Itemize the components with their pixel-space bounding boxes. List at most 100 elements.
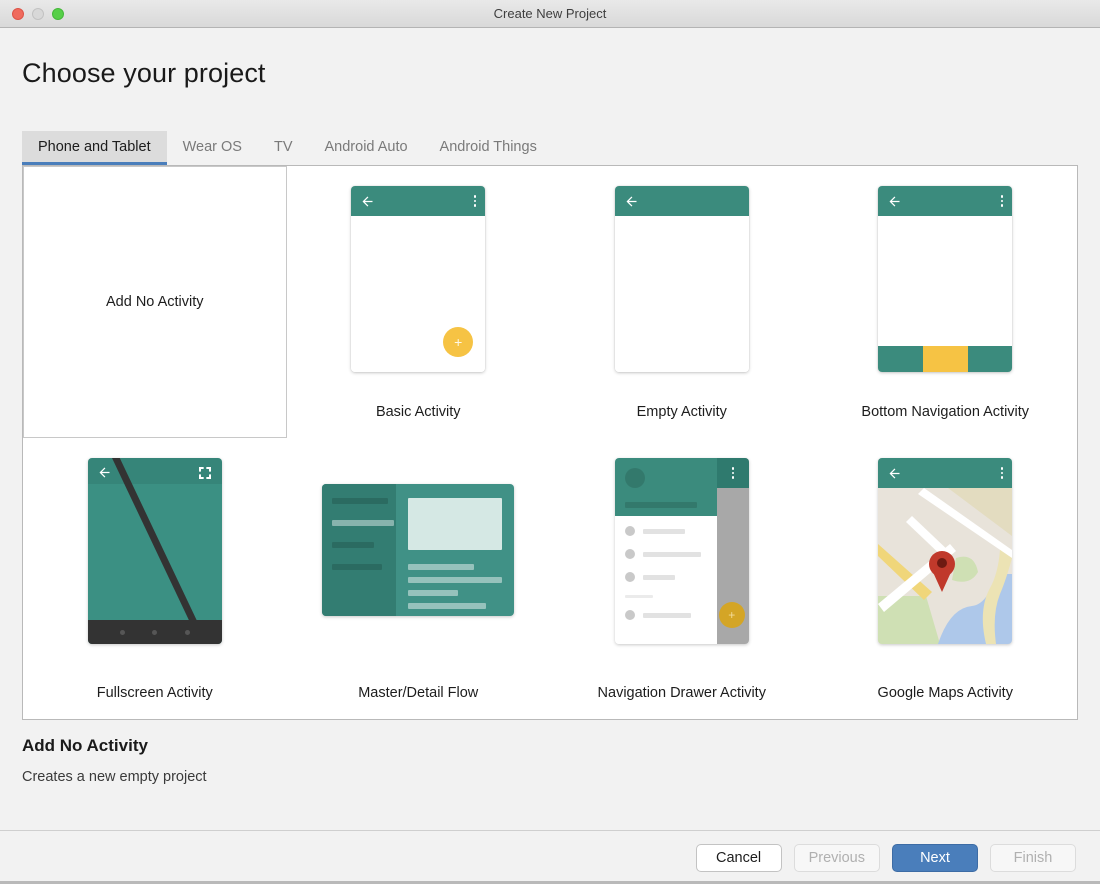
drawer-menu-item	[624, 610, 707, 620]
fullscreen-expand-icon	[198, 467, 211, 479]
detail-pane	[396, 484, 514, 616]
template-description: Add No Activity Creates a new empty proj…	[22, 720, 1078, 785]
maximize-window-icon[interactable]	[52, 7, 64, 20]
diagonal-decoration	[111, 458, 208, 644]
menu-item-icon	[624, 526, 635, 536]
description-title: Add No Activity	[22, 736, 148, 755]
overflow-menu-icon	[1000, 467, 1004, 479]
finish-button[interactable]: Finish	[990, 843, 1076, 872]
template-grid-panel: Add No Activity + Basic Activity Empty A…	[22, 165, 1078, 720]
map-canvas	[878, 488, 1013, 644]
back-arrow-icon	[889, 468, 900, 478]
master-detail-mock	[322, 484, 515, 616]
tab-tv[interactable]: TV	[258, 131, 309, 165]
bottom-nav-item	[878, 346, 923, 372]
drawer-menu-item	[624, 549, 707, 559]
template-card-bottom-navigation-activity[interactable]: Bottom Navigation Activity	[814, 166, 1078, 438]
menu-item-icon	[624, 549, 635, 559]
phone-mock	[878, 186, 1013, 372]
drawer-menu-item	[624, 572, 707, 582]
maps-mock	[878, 458, 1013, 644]
list-item-bar-selected	[332, 520, 395, 526]
previous-button[interactable]: Previous	[793, 843, 880, 872]
app-bar	[878, 458, 1013, 488]
page-title: Choose your project	[22, 58, 266, 88]
phone-mock: +	[351, 186, 486, 372]
nav-dot	[184, 629, 190, 635]
app-bar	[614, 186, 749, 216]
template-thumbnail-master-detail-flow	[322, 484, 515, 616]
app-bar	[878, 186, 1013, 216]
avatar-icon	[624, 468, 645, 488]
menu-item-label-bar	[642, 551, 701, 557]
phone-mock	[614, 186, 749, 372]
dialog-footer: Cancel Previous Next Finish	[0, 830, 1100, 884]
template-thumbnail-navigation-drawer-activity: +	[614, 458, 749, 644]
phone-content-area: +	[351, 216, 486, 372]
system-navigation-bar	[87, 620, 222, 644]
template-thumbnail-basic-activity: +	[351, 186, 486, 372]
tab-wear-os[interactable]: Wear OS	[167, 131, 258, 165]
template-card-google-maps-activity[interactable]: Google Maps Activity	[814, 438, 1078, 719]
template-card-fullscreen-activity[interactable]: Fullscreen Activity	[23, 438, 287, 719]
template-label: Empty Activity	[636, 404, 727, 420]
list-item-bar	[332, 564, 383, 570]
window-titlebar: Create New Project	[0, 0, 1100, 28]
drawer-header-text-bar	[624, 502, 697, 508]
bottom-nav-item-selected	[922, 346, 968, 372]
cancel-button[interactable]: Cancel	[695, 843, 782, 872]
dialog-content: Choose your project Phone and Tablet Wea…	[0, 28, 1100, 830]
next-button[interactable]: Next	[892, 843, 978, 872]
template-card-basic-activity[interactable]: + Basic Activity	[287, 166, 551, 438]
description-text: Creates a new empty project	[22, 769, 207, 785]
template-card-add-no-activity[interactable]: Add No Activity	[23, 166, 287, 438]
template-card-empty-activity[interactable]: Empty Activity	[550, 166, 814, 438]
menu-divider	[624, 595, 653, 598]
overflow-menu-icon	[473, 195, 477, 207]
template-label: Fullscreen Activity	[96, 685, 213, 701]
tab-phone-and-tablet[interactable]: Phone and Tablet	[22, 131, 167, 165]
traffic-light-group	[0, 7, 64, 20]
back-arrow-icon	[889, 196, 900, 206]
template-card-master-detail-flow[interactable]: Master/Detail Flow	[287, 438, 551, 719]
template-card-navigation-drawer-activity[interactable]: + Navigation Drawer Activity	[550, 438, 814, 719]
drawer-panel	[614, 458, 717, 644]
detail-text-bar	[408, 590, 459, 596]
template-grid: Add No Activity + Basic Activity Empty A…	[23, 166, 1077, 719]
fullscreen-mock	[87, 458, 222, 644]
detail-text-bar	[408, 564, 475, 570]
map-graphic	[878, 488, 1013, 644]
nav-dot	[119, 629, 125, 635]
close-window-icon[interactable]	[12, 7, 24, 20]
minimize-window-icon[interactable]	[32, 7, 44, 20]
overflow-menu-icon	[1000, 195, 1004, 207]
template-thumbnail-empty-activity	[614, 186, 749, 372]
tab-android-things[interactable]: Android Things	[424, 131, 553, 165]
bottom-nav-item	[967, 346, 1013, 372]
template-label: Bottom Navigation Activity	[861, 404, 1030, 420]
detail-text-bar	[408, 577, 503, 583]
list-item-bar	[332, 498, 389, 504]
back-arrow-icon	[626, 196, 637, 206]
app-bar	[716, 458, 749, 488]
menu-item-label-bar	[642, 528, 685, 534]
drawer-header	[614, 458, 717, 516]
phone-content-area	[878, 216, 1013, 346]
detail-text-bar	[408, 603, 487, 609]
drawer-menu-item	[624, 526, 707, 536]
menu-item-label-bar	[642, 574, 675, 580]
nav-dot	[152, 629, 158, 635]
template-label: Add No Activity	[105, 294, 204, 310]
form-factor-tabs: Phone and Tablet Wear OS TV Android Auto…	[22, 131, 1078, 165]
menu-item-icon	[624, 572, 635, 582]
window-title: Create New Project	[493, 6, 607, 21]
app-bar	[351, 186, 486, 216]
tab-android-auto[interactable]: Android Auto	[309, 131, 424, 165]
detail-image-placeholder	[408, 498, 503, 550]
template-label: Google Maps Activity	[877, 685, 1013, 701]
create-new-project-window: Create New Project Choose your project P…	[0, 0, 1100, 884]
back-arrow-icon	[99, 467, 110, 478]
template-label: Navigation Drawer Activity	[597, 685, 766, 701]
template-thumbnail-google-maps-activity	[878, 458, 1013, 644]
master-list-pane	[322, 484, 397, 616]
